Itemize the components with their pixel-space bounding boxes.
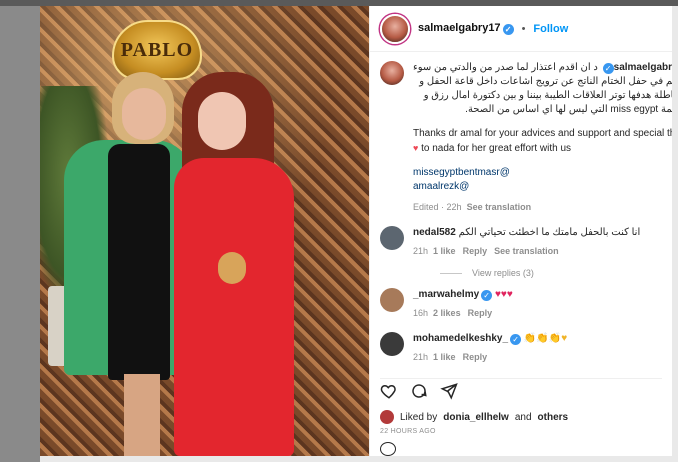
verified-icon: ✓ [602, 63, 614, 74]
separator-dot: • [521, 22, 526, 35]
comment-row: nedal582 انا كنت بالحفل مامتك ما اخطئت ت… [380, 226, 662, 258]
comment-body: nedal582 انا كنت بالحفل مامتك ما اخطئت ت… [413, 226, 662, 258]
post-photo[interactable]: PABLO [40, 6, 369, 456]
verified-icon: ✓ [510, 334, 522, 345]
comment-body: _marwahelmy ✓ ♥♥♥ 16h 2 likes Reply [413, 288, 662, 320]
pablo-logo: PABLO [112, 20, 202, 80]
woman-left-dress [108, 144, 170, 380]
caption-ar-text-1: د ان اقدم اعتذار لما صدر من والدتي من سو… [413, 62, 598, 73]
comment-reply-button[interactable]: Reply [463, 246, 488, 256]
share-icon[interactable] [440, 382, 458, 405]
comment-meta: 21h 1 like Reply [413, 350, 662, 364]
caption-ar-line-2: تفاهم في حفل الختام الناتج عن ترويج اشاع… [419, 76, 672, 87]
doll-accessory [218, 252, 246, 284]
caption: salmaelgabry17✓ د ان اقدم اعتذار لما صدر… [413, 61, 672, 214]
comment-username[interactable]: mohamedelkeshky_ [413, 333, 508, 344]
comment-avatar[interactable] [380, 288, 404, 312]
comment-time: 16h [413, 308, 429, 318]
caption-ar-line-3: ت باطلة هدفها توتر العلاقات الطيبة بيننا… [423, 90, 672, 101]
comment-meta: 21h 1 like Reply See translation [413, 244, 662, 258]
mention-missegypt[interactable]: missegyptbentmasr@ [413, 166, 672, 180]
comment-reply-button[interactable]: Reply [463, 352, 488, 362]
comment-likes[interactable]: 2 likes [433, 308, 461, 318]
liked-by-user[interactable]: donia_ellhelw [443, 412, 509, 423]
comment-body: mohamedelkeshky_ ✓ 👏👏👏♥ 21h 1 like Reply [413, 332, 662, 364]
comment-row: mohamedelkeshky_ ✓ 👏👏👏♥ 21h 1 like Reply [380, 332, 662, 364]
caption-ar-line-4: منظمة miss egypt التي ليس لها اي اساس من… [465, 104, 672, 115]
post-actions [380, 378, 662, 402]
comment-see-translation[interactable]: See translation [494, 246, 559, 256]
caption-ar-line-1: salmaelgabry17✓ د ان اقدم اعتذار لما صدر… [413, 61, 672, 75]
author-avatar[interactable] [380, 13, 410, 44]
comment-text: ♥♥♥ [494, 289, 513, 300]
comments-scroll[interactable]: salmaelgabry17✓ د ان اقدم اعتذار لما صدر… [370, 53, 672, 373]
post-side-panel: salmaelgabry17✓ • Follow salmaelgabry17✓… [369, 6, 672, 456]
view-replies-button[interactable]: View replies (3) [440, 268, 662, 278]
caption-see-translation[interactable]: See translation [467, 202, 532, 212]
caption-username[interactable]: salmaelgabry17 [614, 62, 672, 73]
comment-time: 21h [413, 246, 429, 256]
comment-icon[interactable] [410, 382, 428, 405]
author-username-text[interactable]: salmaelgabry17 [418, 22, 501, 34]
liked-by: Liked by donia_ellhelw and others [380, 410, 662, 424]
emoji-icon[interactable] [380, 442, 396, 456]
comment-likes[interactable]: 1 like [433, 352, 456, 362]
verified-icon: ✓ [481, 290, 493, 301]
caption-en-text-2: to nada for her great effort with us [421, 143, 572, 154]
woman-right-dress [174, 158, 294, 456]
comment-text: 👏👏👏♥ [523, 333, 568, 344]
comment-likes[interactable]: 1 like [433, 246, 456, 256]
caption-row: salmaelgabry17✓ د ان اقدم اعتذار لما صدر… [380, 61, 672, 214]
caption-edited-time: Edited · 22h [413, 202, 462, 212]
verified-icon: ✓ [502, 24, 514, 35]
comment-row: _marwahelmy ✓ ♥♥♥ 16h 2 likes Reply [380, 288, 662, 320]
comment-username[interactable]: nedal582 [413, 227, 456, 238]
heart-emoji-icon: ♥ [413, 143, 419, 153]
comment-username[interactable]: _marwahelmy [413, 289, 479, 300]
post-timestamp: 22 HOURS AGO [380, 428, 436, 435]
woman-left-face [122, 88, 166, 140]
comment-avatar[interactable] [380, 226, 404, 250]
woman-right-face [198, 92, 246, 150]
caption-en-line-1: Thanks dr amal for your advices and supp… [413, 128, 672, 139]
post-header: salmaelgabry17 ✓ • Follow [370, 6, 672, 52]
comment-text: انا كنت بالحفل مامتك ما اخطئت تحياتي الك… [458, 227, 641, 238]
post-modal: PABLO salmaelgabry17 ✓ • Follow salmaelga… [40, 6, 672, 456]
liked-by-and: and [514, 411, 532, 423]
follow-button[interactable]: Follow [533, 23, 568, 35]
caption-meta: Edited · 22h See translation [413, 200, 672, 214]
liked-by-prefix: Liked by [400, 411, 438, 423]
woman-left-legs [124, 374, 160, 456]
comment-time: 21h [413, 352, 429, 362]
caption-avatar[interactable] [380, 61, 404, 85]
caption-en-line-2: ♥ to nada for her great effort with us [413, 141, 672, 156]
liker-avatar[interactable] [380, 410, 394, 424]
logo-text: PABLO [120, 38, 194, 61]
author-username[interactable]: salmaelgabry17 ✓ [418, 22, 514, 35]
liked-by-others[interactable]: others [538, 412, 569, 423]
mention-amaalrezk[interactable]: amaalrezk@ [413, 180, 672, 194]
comment-reply-button[interactable]: Reply [468, 308, 493, 318]
comment-avatar[interactable] [380, 332, 404, 356]
backdrop-left [0, 0, 40, 462]
comment-meta: 16h 2 likes Reply [413, 306, 662, 320]
heart-icon[interactable] [380, 382, 398, 405]
